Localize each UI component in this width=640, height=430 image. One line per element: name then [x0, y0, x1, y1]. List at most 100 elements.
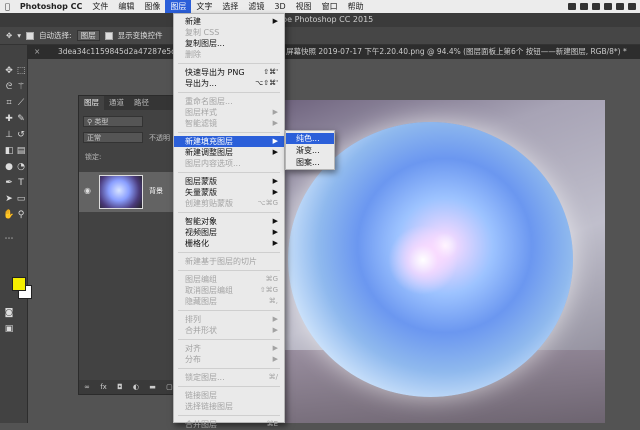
type-tool-icon[interactable]: T [15, 177, 27, 189]
window-title: Adobe Photoshop CC 2015 [0, 13, 640, 27]
foreground-color-swatch[interactable] [12, 277, 26, 291]
menu-help[interactable]: 帮助 [343, 0, 369, 13]
status-icon[interactable] [592, 3, 600, 10]
link-layers-icon[interactable]: ∞ [84, 383, 90, 391]
more-tools-icon[interactable]: ⋯ [3, 233, 15, 245]
menu-item-shortcut: ⌘/ [268, 373, 278, 381]
menu-select[interactable]: 选择 [217, 0, 243, 13]
layer-menu-item[interactable]: 导出为... ⌥⇧⌘' [174, 78, 284, 89]
menu-item-label: 视频图层 [185, 228, 217, 237]
document-tab-2[interactable]: 屏幕快照 2019-07-17 下午2.20.40.png @ 94.4% (图… [286, 45, 627, 59]
menu-separator [178, 252, 280, 253]
menu-file[interactable]: 文件 [87, 0, 113, 13]
menu-separator [178, 212, 280, 213]
menu-item-label: 合并形状 [185, 326, 217, 335]
eyedropper-tool-icon[interactable]: ⟋ [15, 97, 27, 109]
quick-mask-icon[interactable]: ◙ [3, 307, 15, 319]
tab-layers[interactable]: 图层 [79, 96, 104, 110]
menu-item-label: 图层内容选项... [185, 159, 241, 168]
show-transform-checkbox[interactable] [104, 31, 113, 40]
menu-item-label: 新建 [185, 17, 201, 26]
menu-view[interactable]: 视图 [291, 0, 317, 13]
dodge-tool-icon[interactable]: ◔ [15, 161, 27, 173]
layer-menu-item[interactable]: 图层蒙版 ▶ [174, 176, 284, 187]
clone-stamp-tool-icon[interactable]: ⊥ [3, 129, 15, 141]
status-icon[interactable] [616, 3, 624, 10]
blend-mode-dropdown[interactable]: 正常 [83, 132, 143, 143]
menu-3d[interactable]: 3D [269, 0, 290, 13]
magic-wand-tool-icon[interactable]: ⚚ [15, 81, 27, 93]
new-layer-icon[interactable]: ▢ [166, 383, 173, 391]
marquee-tool-icon[interactable]: ⬚ [15, 65, 27, 77]
layer-menu-item: 排列 ▶ [174, 314, 284, 325]
move-tool-icon[interactable]: ✥ [3, 65, 15, 77]
layer-menu-item: 复制 CSS [174, 27, 284, 38]
apple-menu-icon[interactable]:  [0, 0, 15, 13]
close-tab-icon[interactable]: × [34, 45, 40, 59]
layer-menu-item: 合并图层 ⌘E [174, 419, 284, 430]
menu-type[interactable]: 文字 [191, 0, 217, 13]
layer-menu-item[interactable]: 新建 ▶ [174, 16, 284, 27]
status-icon[interactable] [628, 3, 636, 10]
rectangle-tool-icon[interactable]: ▭ [15, 193, 27, 205]
layer-menu-item[interactable]: 新建调整图层 ▶ [174, 147, 284, 158]
menu-edit[interactable]: 编辑 [113, 0, 139, 13]
auto-select-checkbox[interactable] [26, 31, 35, 40]
status-icon[interactable] [580, 3, 588, 10]
status-icon[interactable] [568, 3, 576, 10]
layer-menu-item[interactable]: 矢量蒙版 ▶ [174, 187, 284, 198]
menu-photoshop[interactable]: Photoshop CC [15, 0, 88, 13]
pen-tool-icon[interactable]: ✒ [3, 177, 15, 189]
layer-menu-item[interactable]: 栅格化 ▶ [174, 238, 284, 249]
fill-submenu-item[interactable]: 图案... [286, 157, 334, 168]
layer-menu-item[interactable]: 新建填充图层 ▶ [174, 136, 284, 147]
adjustment-layer-icon[interactable]: ◐ [133, 383, 139, 391]
fill-submenu-item[interactable]: 纯色... [286, 133, 334, 144]
layer-menu-item: 对齐 ▶ [174, 343, 284, 354]
zoom-tool-icon[interactable]: ⚲ [15, 209, 27, 221]
fx-icon[interactable]: fx [100, 383, 107, 391]
gradient-tool-icon[interactable]: ▤ [15, 145, 27, 157]
eraser-tool-icon[interactable]: ◧ [3, 145, 15, 157]
layer-filter-dropdown[interactable]: ⚲ 类型 [83, 116, 143, 127]
menu-image[interactable]: 图像 [139, 0, 165, 13]
menu-item-label: 隐藏图层 [185, 297, 217, 306]
brush-tool-icon[interactable]: ✎ [15, 113, 27, 125]
layer-menu-item[interactable]: 快速导出为 PNG ⇧⌘' [174, 67, 284, 78]
submenu-arrow-icon: ▶ [272, 188, 278, 196]
add-mask-icon[interactable]: ◘ [117, 383, 123, 391]
new-group-icon[interactable]: ▬ [149, 383, 156, 391]
status-icon[interactable] [604, 3, 612, 10]
fill-submenu-item[interactable]: 渐变... [286, 145, 334, 156]
menu-window[interactable]: 窗口 [317, 0, 343, 13]
tab-channels[interactable]: 通道 [104, 96, 129, 110]
tab-paths[interactable]: 路径 [129, 96, 154, 110]
menu-item-label: 链接图层 [185, 391, 217, 400]
tool-preset-chevron-icon[interactable]: ▾ [17, 31, 21, 40]
layer-menu-item[interactable]: 复制图层... [174, 38, 284, 49]
path-selection-tool-icon[interactable]: ➤ [3, 193, 15, 205]
lasso-tool-icon[interactable]: ᘓ [3, 81, 15, 93]
move-tool-icon[interactable]: ✥ [6, 31, 12, 40]
document-tabs: × 3dea34c1159845d2a47287e5c16 屏幕快照 2019-… [28, 45, 640, 59]
layer-menu-item[interactable]: 智能对象 ▶ [174, 216, 284, 227]
layer-menu-item: 锁定图层... ⌘/ [174, 372, 284, 383]
layer-menu-item[interactable]: 视频图层 ▶ [174, 227, 284, 238]
crop-tool-icon[interactable]: ⌗ [3, 97, 15, 109]
submenu-arrow-icon: ▶ [272, 355, 278, 363]
menu-item-label: 对齐 [185, 344, 201, 353]
blur-tool-icon[interactable]: ● [3, 161, 15, 173]
menu-item-shortcut: ⌥⌘G [257, 199, 279, 207]
submenu-arrow-icon: ▶ [272, 177, 278, 185]
history-brush-tool-icon[interactable]: ↺ [15, 129, 27, 141]
layer-name[interactable]: 背景 [149, 186, 163, 196]
document-tab-1[interactable]: 3dea34c1159845d2a47287e5c16 [46, 45, 185, 59]
eye-icon[interactable]: ◉ [84, 186, 91, 195]
menu-layer[interactable]: 图层 [165, 0, 192, 13]
screen-mode-icon[interactable]: ▣ [3, 323, 15, 335]
menu-filter[interactable]: 滤镜 [243, 0, 269, 13]
healing-brush-tool-icon[interactable]: ✚ [3, 113, 15, 125]
auto-select-dropdown[interactable]: 图层 [76, 30, 100, 41]
layer-menu-item: 隐藏图层 ⌘, [174, 296, 284, 307]
hand-tool-icon[interactable]: ✋ [3, 209, 15, 221]
